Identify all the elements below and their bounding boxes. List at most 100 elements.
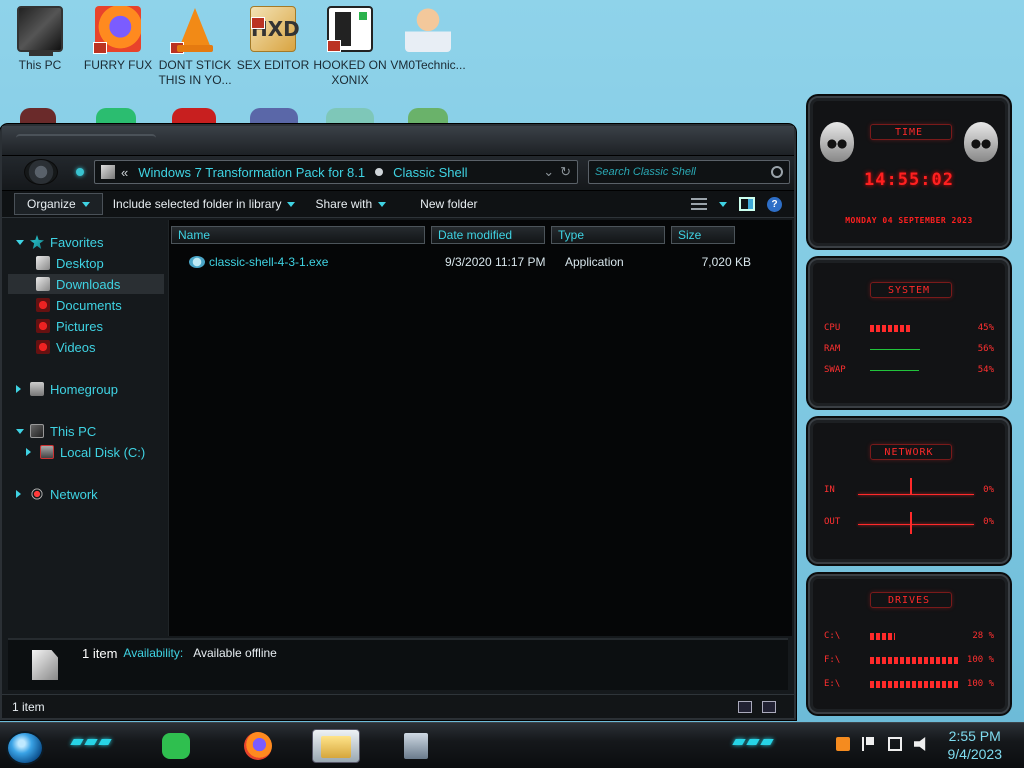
- network-out-spike: [910, 512, 912, 534]
- column-header-size[interactable]: Size: [671, 226, 735, 244]
- desktop-icon-this-pc[interactable]: This PC: [2, 6, 78, 73]
- taskbar-app-firefox[interactable]: [234, 729, 282, 763]
- network-icon: [30, 487, 44, 501]
- file-thumbnail-icon: [32, 650, 58, 680]
- metric-name: OUT: [824, 517, 841, 527]
- large-icons-view-icon[interactable]: [762, 700, 776, 713]
- expand-arrow-icon[interactable]: [16, 490, 24, 498]
- share-with-button[interactable]: Share with: [305, 193, 396, 215]
- network-gadget[interactable]: NETWORK IN 0% OUT 0%: [808, 418, 1010, 564]
- xonix-icon: [327, 6, 373, 52]
- chevron-down-icon[interactable]: ⌄: [543, 164, 554, 180]
- desktop-icon-label: VM0Technic...: [390, 58, 466, 72]
- help-icon[interactable]: ?: [767, 196, 782, 212]
- preview-pane-icon[interactable]: [739, 197, 755, 211]
- nav-item-downloads[interactable]: Downloads: [8, 274, 164, 294]
- search-placeholder: Search Classic Shell: [595, 166, 696, 178]
- tray-app-icon[interactable]: [836, 737, 850, 751]
- taskbar-app-notes[interactable]: [152, 729, 200, 763]
- desktop-icon-label: SEX EDITOR: [236, 58, 310, 72]
- nav-item-network[interactable]: Network: [8, 484, 164, 504]
- gadget-clock: 14:55:02: [864, 170, 954, 190]
- back-forward-button[interactable]: [24, 159, 58, 185]
- refresh-icon[interactable]: ↻: [560, 164, 571, 180]
- taskbar-clock[interactable]: 2:55 PM 9/4/2023: [948, 727, 1003, 763]
- nav-item-homegroup[interactable]: Homegroup: [8, 379, 164, 399]
- file-name: classic-shell-4-3-1.exe: [209, 255, 329, 269]
- drive-name: E:\: [824, 679, 841, 689]
- drive-e-row: E:\ 100 %: [824, 678, 994, 690]
- include-in-library-button[interactable]: Include selected folder in library: [103, 193, 306, 215]
- search-input[interactable]: Search Classic Shell: [588, 160, 790, 184]
- drive-name: C:\: [824, 631, 841, 641]
- expand-arrow-icon[interactable]: [26, 448, 34, 456]
- action-center-flag-icon[interactable]: [862, 737, 876, 751]
- expand-arrow-icon[interactable]: [16, 385, 24, 393]
- network-status-icon[interactable]: [888, 737, 902, 751]
- expand-arrow-icon[interactable]: [16, 428, 24, 434]
- volume-icon[interactable]: [914, 737, 926, 751]
- taskbar-app-network-tool[interactable]: [392, 729, 440, 763]
- chevron-down-icon: [287, 201, 296, 207]
- chevron-down-icon[interactable]: [719, 201, 727, 207]
- nav-item-local-disk[interactable]: Local Disk (C:): [8, 442, 164, 462]
- notes-app-icon: [162, 733, 190, 759]
- nav-item-desktop[interactable]: Desktop: [8, 253, 164, 273]
- file-size: 7,020 KB: [701, 255, 751, 269]
- cpu-usage-row: CPU 45%: [824, 322, 994, 334]
- breadcrumb-item[interactable]: Classic Shell: [393, 165, 467, 180]
- recent-pages-dot-icon[interactable]: [76, 168, 84, 176]
- column-header-name[interactable]: Name: [171, 226, 425, 244]
- nav-label: Pictures: [56, 318, 103, 334]
- window-titlebar[interactable]: [2, 126, 794, 156]
- new-folder-label: New folder: [420, 197, 478, 211]
- taskbar-date: 9/4/2023: [947, 746, 1003, 762]
- file-list: Name Date modified Type Size classic-she…: [168, 220, 792, 636]
- documents-folder-icon: [36, 298, 50, 312]
- desktop-icon-furry-fux[interactable]: FURRY FUX: [80, 6, 156, 73]
- nav-label: Local Disk (C:): [60, 444, 146, 460]
- drive-f-usage-bar: [870, 656, 960, 664]
- drive-c-usage-bar: [870, 632, 896, 640]
- organize-button[interactable]: Organize: [14, 193, 103, 215]
- column-header-type[interactable]: Type: [551, 226, 665, 244]
- metric-percent: 45%: [977, 323, 994, 333]
- system-gadget[interactable]: SYSTEM CPU 45% RAM 56% SWAP 54%: [808, 258, 1010, 408]
- breadcrumb-item[interactable]: Windows 7 Transformation Pack for 8.1: [138, 165, 365, 180]
- overflow-chevron[interactable]: «: [121, 165, 128, 180]
- ram-usage-row: RAM 56%: [824, 343, 994, 355]
- metric-name: SWAP: [824, 365, 846, 375]
- taskbar-app-explorer[interactable]: [312, 729, 360, 763]
- new-folder-button[interactable]: New folder: [410, 193, 487, 215]
- expand-arrow-icon[interactable]: [16, 239, 24, 245]
- desktop-icon-sex-editor[interactable]: HXD SEX EDITOR: [235, 6, 311, 73]
- drive-c-row: C:\ 28 %: [824, 630, 994, 642]
- desktop-icon-hooked-on-xonix[interactable]: HOOKED ON XONIX: [312, 6, 388, 88]
- details-view-icon[interactable]: [738, 700, 752, 713]
- share-label: Share with: [315, 197, 373, 211]
- desktop-icon-vm0technic[interactable]: VM0Technic...: [390, 6, 466, 73]
- time-gadget[interactable]: TIME 14:55:02 MONDAY 04 SEPTEMBER 2023: [808, 96, 1010, 248]
- drive-e-usage-bar: [870, 680, 960, 688]
- metric-percent: 0%: [983, 517, 994, 527]
- availability-label: Availability:: [123, 646, 184, 660]
- nav-item-videos[interactable]: Videos: [8, 337, 164, 357]
- nav-item-pictures[interactable]: Pictures: [8, 316, 164, 336]
- alien-head-icon: [964, 122, 998, 162]
- nav-item-this-pc[interactable]: This PC: [8, 421, 164, 441]
- start-button[interactable]: [6, 731, 44, 765]
- nav-item-favorites[interactable]: Favorites: [8, 232, 164, 252]
- drives-gadget[interactable]: DRIVES C:\ 28 % F:\ 100 % E:\ 100 %: [808, 574, 1010, 714]
- gadget-title: DRIVES: [887, 595, 931, 606]
- drive-percent: 100 %: [966, 655, 994, 665]
- column-header-date[interactable]: Date modified: [431, 226, 545, 244]
- view-options-icon[interactable]: [691, 198, 707, 210]
- search-icon[interactable]: [771, 166, 783, 178]
- breadcrumb-separator-icon[interactable]: [375, 168, 384, 176]
- nav-item-documents[interactable]: Documents: [8, 295, 164, 315]
- file-row[interactable]: classic-shell-4-3-1.exe 9/3/2020 11:17 P…: [169, 252, 792, 272]
- desktop-icon-dont-stick[interactable]: DONT STICK THIS IN YO...: [157, 6, 233, 88]
- network-in-spike: [910, 478, 912, 494]
- address-bar[interactable]: « Windows 7 Transformation Pack for 8.1 …: [94, 160, 578, 184]
- computer-icon: [17, 6, 63, 56]
